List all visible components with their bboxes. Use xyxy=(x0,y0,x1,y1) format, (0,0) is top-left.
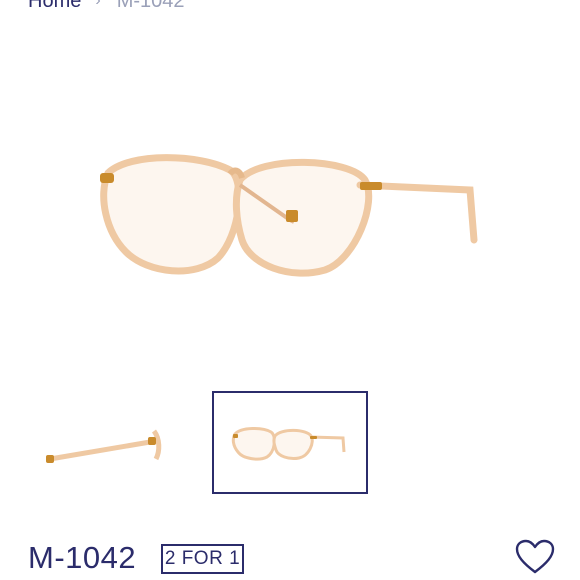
product-title: M-1042 xyxy=(28,540,137,575)
thumbnail-side-view[interactable] xyxy=(40,393,168,493)
breadcrumb-separator: › xyxy=(95,0,101,9)
eyeglasses-front-thumbnail-image xyxy=(231,426,346,461)
eyeglasses-front-image xyxy=(100,154,478,277)
product-main-image xyxy=(90,140,500,290)
breadcrumb-current: M-1042 xyxy=(116,0,185,12)
eyeglasses-side-image xyxy=(46,429,162,463)
thumbnail-front-view[interactable] xyxy=(212,391,368,494)
heart-outline-icon xyxy=(515,539,555,574)
promo-badge: 2 FOR 1 xyxy=(161,544,244,574)
breadcrumb: Home › M-1042 xyxy=(28,0,185,11)
breadcrumb-home-link[interactable]: Home xyxy=(28,0,81,11)
wishlist-button[interactable] xyxy=(515,539,555,575)
